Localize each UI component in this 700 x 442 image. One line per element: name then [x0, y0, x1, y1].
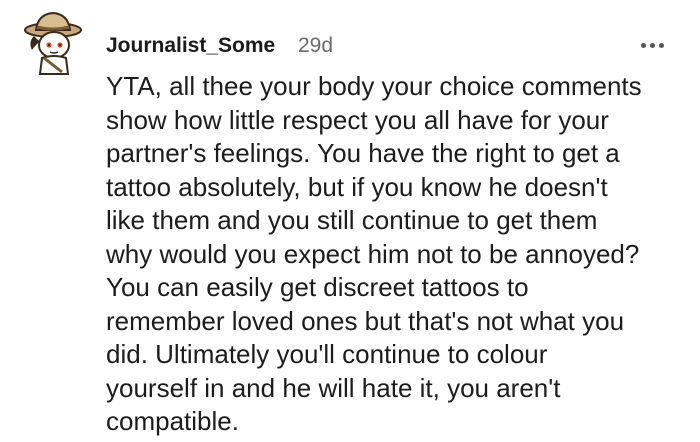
comment-body: YTA, all thee your body your choice comm… [106, 71, 642, 436]
comment-timestamp: 29d [298, 34, 334, 57]
more-options-button[interactable] [634, 30, 670, 60]
comment: Journalist_Some 29d YTA, all thee your b… [0, 0, 700, 442]
more-horizontal-icon [640, 42, 664, 48]
avatar[interactable] [22, 8, 88, 78]
explorer-avatar-icon [24, 11, 82, 75]
comment-author[interactable]: Journalist_Some [106, 32, 275, 60]
